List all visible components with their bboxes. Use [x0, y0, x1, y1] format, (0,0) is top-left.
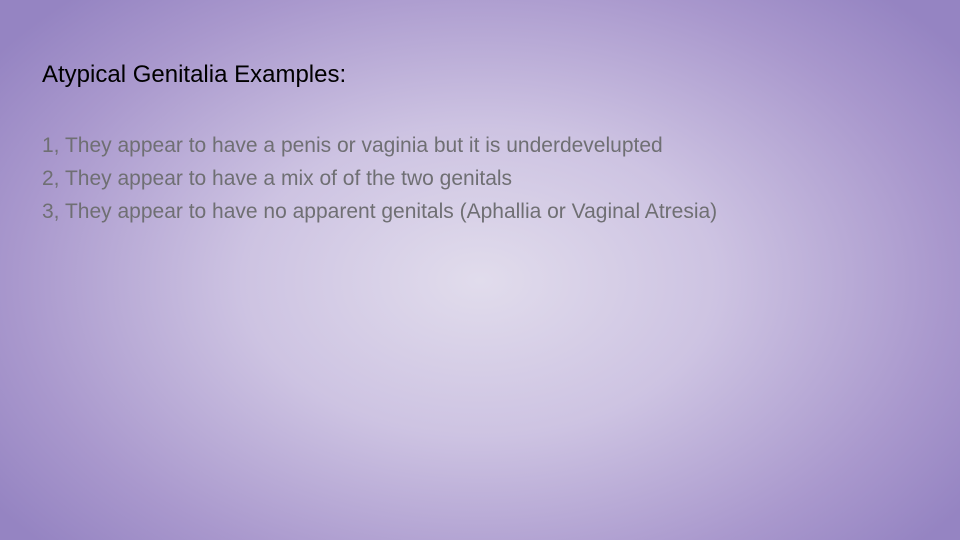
- slide-title: Atypical Genitalia Examples:: [42, 61, 347, 88]
- list-item: 3, They appear to have no apparent genit…: [42, 200, 718, 223]
- list-item: 1, They appear to have a penis or vagini…: [42, 134, 663, 157]
- list-item: 2, They appear to have a mix of of the t…: [42, 167, 513, 190]
- slide: Atypical Genitalia Examples: 1, They app…: [0, 0, 960, 540]
- body-list: 1, They appear to have a penis or vagini…: [42, 129, 717, 228]
